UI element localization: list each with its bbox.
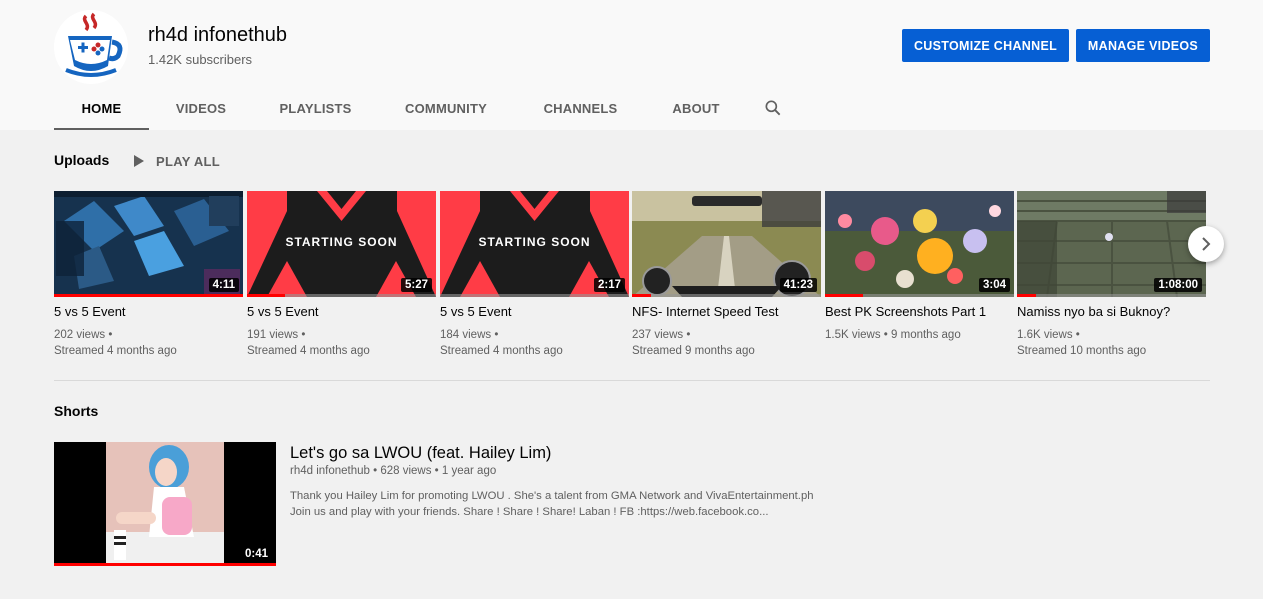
short-description: Thank you Hailey Lim for promoting LWOU … [290, 488, 850, 520]
video-card[interactable]: STARTING SOON 5:27 5 vs 5 Event 191 view… [247, 191, 436, 359]
watched-progress [825, 294, 863, 297]
video-streamed: Streamed 10 months ago [1017, 345, 1147, 357]
video-duration: 41:23 [779, 278, 817, 292]
channel-tabs: HOME VIDEOS PLAYLISTS COMMUNITY CHANNELS… [54, 86, 801, 130]
play-icon [134, 155, 144, 167]
video-title[interactable]: 5 vs 5 Event [247, 304, 436, 320]
short-meta: rh4d infonethub • 628 views • 1 year ago [290, 465, 497, 477]
short-description-line: Join us and play with your friends. Shar… [290, 506, 769, 518]
carousel-next-button[interactable] [1188, 226, 1224, 262]
manage-videos-button[interactable]: MANAGE VIDEOS [1076, 29, 1210, 62]
tab-home[interactable]: HOME [54, 86, 149, 130]
video-title[interactable]: 5 vs 5 Event [440, 304, 629, 320]
video-thumbnail[interactable]: STARTING SOON 2:17 [440, 191, 629, 297]
video-streamed: Streamed 9 months ago [632, 345, 755, 357]
video-thumbnail[interactable]: 3:04 [825, 191, 1014, 297]
channel-header: rh4d infonethub 1.42K subscribers CUSTOM… [0, 0, 1263, 130]
video-duration: 3:04 [978, 278, 1010, 292]
watched-progress [632, 294, 651, 297]
video-title[interactable]: 5 vs 5 Event [54, 304, 243, 320]
channel-avatar[interactable] [54, 10, 128, 84]
video-title[interactable]: Best PK Screenshots Part 1 [825, 304, 1014, 320]
progress-track [440, 294, 629, 297]
uploads-heading[interactable]: Uploads [54, 152, 109, 168]
tab-search[interactable] [745, 86, 801, 130]
video-duration: 4:11 [208, 278, 239, 292]
short-duration: 0:41 [240, 547, 272, 561]
tab-playlists[interactable]: PLAYLISTS [253, 86, 378, 130]
section-divider [54, 380, 1210, 381]
video-duration: 1:08:00 [1154, 278, 1202, 292]
video-views: 202 views • [54, 329, 113, 341]
video-thumbnail[interactable]: STARTING SOON 5:27 [247, 191, 436, 297]
video-views: 191 views • [247, 329, 306, 341]
gamepad-cup-logo-icon [54, 10, 128, 84]
chevron-right-icon [1202, 237, 1211, 251]
video-title[interactable]: Namiss nyo ba si Buknoy? [1017, 304, 1206, 320]
tab-channels[interactable]: CHANNELS [514, 86, 647, 130]
video-card[interactable]: STARTING SOON 2:17 5 vs 5 Event 184 view… [440, 191, 629, 359]
video-card[interactable]: 41:23 NFS- Internet Speed Test 237 views… [632, 191, 821, 359]
progress-track [632, 294, 821, 297]
video-duration: 2:17 [593, 278, 625, 292]
video-views: 184 views • [440, 329, 499, 341]
short-title[interactable]: Let's go sa LWOU (feat. Hailey Lim) [290, 444, 551, 463]
tab-community[interactable]: COMMUNITY [378, 86, 514, 130]
video-duration: 5:27 [400, 278, 432, 292]
video-views: 1.6K views • [1017, 329, 1080, 341]
video-streamed: Streamed 4 months ago [440, 345, 563, 357]
watched-progress [54, 563, 276, 566]
watched-progress [247, 294, 285, 297]
video-streamed: Streamed 4 months ago [247, 345, 370, 357]
play-all-label: PLAY ALL [156, 153, 221, 169]
progress-track [1017, 294, 1206, 297]
video-card[interactable]: 1:08:00 Namiss nyo ba si Buknoy? 1.6K vi… [1017, 191, 1206, 359]
search-icon [765, 100, 781, 116]
short-thumbnail[interactable]: 0:41 [54, 442, 276, 566]
customize-channel-button[interactable]: CUSTOMIZE CHANNEL [902, 29, 1069, 62]
watched-progress [54, 294, 243, 297]
starting-soon-text: STARTING SOON [478, 235, 590, 249]
video-thumbnail[interactable]: 1:08:00 [1017, 191, 1206, 297]
tab-videos[interactable]: VIDEOS [149, 86, 253, 130]
tab-about[interactable]: ABOUT [647, 86, 745, 130]
video-views: 1.5K views • 9 months ago [825, 329, 961, 341]
video-title[interactable]: NFS- Internet Speed Test [632, 304, 821, 320]
play-all-button[interactable]: PLAY ALL [134, 152, 220, 170]
subscriber-count: 1.42K subscribers [148, 52, 253, 67]
short-description-line: Thank you Hailey Lim for promoting LWOU … [290, 490, 814, 502]
channel-name: rh4d infonethub [148, 24, 288, 46]
video-views: 237 views • [632, 329, 691, 341]
video-card[interactable]: 4:11 5 vs 5 Event 202 views • Streamed 4… [54, 191, 243, 359]
shorts-heading: Shorts [54, 403, 99, 419]
video-streamed: Streamed 4 months ago [54, 345, 177, 357]
starting-soon-text: STARTING SOON [285, 235, 397, 249]
watched-progress [1017, 294, 1036, 297]
video-thumbnail[interactable]: 4:11 [54, 191, 243, 297]
video-card[interactable]: 3:04 Best PK Screenshots Part 1 1.5K vie… [825, 191, 1014, 343]
video-thumbnail[interactable]: 41:23 [632, 191, 821, 297]
